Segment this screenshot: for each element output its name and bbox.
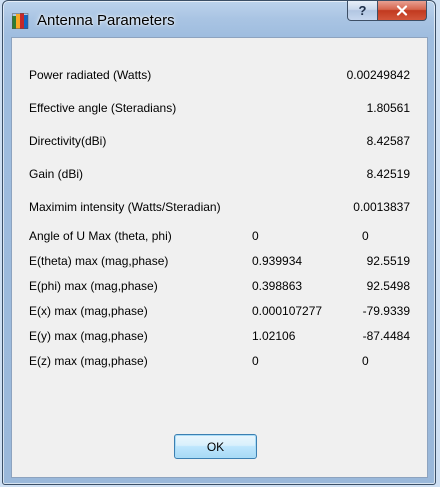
help-button[interactable]: ?: [347, 1, 378, 21]
field-value-2: -79.9339: [362, 304, 410, 318]
param-row-gain: Gain (dBi) 8.42519: [12, 167, 427, 185]
field-value-1: 0: [252, 354, 259, 368]
param-value: 8.42519: [366, 167, 410, 181]
help-icon: ?: [358, 3, 367, 18]
field-value-2: 0: [362, 354, 369, 368]
dialog-window: Antenna Parameters ? Power radiated (Wat…: [2, 0, 436, 485]
field-value-2: 0: [362, 229, 369, 243]
app-icon: [12, 13, 29, 29]
param-label: Power radiated (Watts): [29, 68, 152, 82]
field-label: Angle of U Max (theta, phi): [29, 229, 172, 243]
field-value-1: 0: [252, 229, 259, 243]
field-row-angle-u-max: Angle of U Max (theta, phi) 0 0: [12, 229, 427, 247]
param-label: Maximim intensity (Watts/Steradian): [29, 200, 221, 214]
param-label: Effective angle (Steradians): [29, 101, 177, 115]
field-value-2: 92.5519: [366, 254, 410, 268]
param-value: 8.42587: [366, 134, 410, 148]
field-row-e-z: E(z) max (mag,phase) 0 0: [12, 354, 427, 372]
param-value: 1.80561: [366, 101, 410, 115]
field-value-1: 0.398863: [252, 279, 303, 293]
field-label: E(phi) max (mag,phase): [29, 279, 158, 293]
field-label: E(y) max (mag,phase): [29, 329, 148, 343]
param-row-directivity: Directivity(dBi) 8.42587: [12, 134, 427, 152]
field-row-e-x: E(x) max (mag,phase) 0.000107277 -79.933…: [12, 304, 427, 322]
param-label: Gain (dBi): [29, 167, 84, 181]
close-icon: [396, 5, 408, 16]
title-bar[interactable]: Antenna Parameters ?: [3, 1, 435, 37]
param-row-max-intensity: Maximim intensity (Watts/Steradian) 0.00…: [12, 200, 427, 218]
window-title: Antenna Parameters: [37, 12, 175, 29]
param-label: Directivity(dBi): [29, 134, 107, 148]
param-value: 0.00249842: [346, 68, 410, 82]
ok-button[interactable]: OK: [174, 434, 257, 459]
field-value-1: 0.000107277: [252, 304, 323, 318]
param-row-power-radiated: Power radiated (Watts) 0.00249842: [12, 68, 427, 86]
field-value-1: 0.939934: [252, 254, 303, 268]
field-label: E(x) max (mag,phase): [29, 304, 148, 318]
field-label: E(theta) max (mag,phase): [29, 254, 169, 268]
field-row-e-theta: E(theta) max (mag,phase) 0.939934 92.551…: [12, 254, 427, 272]
field-value-2: 92.5498: [366, 279, 410, 293]
param-value: 0.0013837: [353, 200, 410, 214]
field-label: E(z) max (mag,phase): [29, 354, 148, 368]
dialog-content: Power radiated (Watts) 0.00249842 Effect…: [11, 37, 428, 478]
close-button[interactable]: [377, 1, 427, 21]
field-value-1: 1.02106: [252, 329, 296, 343]
param-row-effective-angle: Effective angle (Steradians) 1.80561: [12, 101, 427, 119]
field-row-e-phi: E(phi) max (mag,phase) 0.398863 92.5498: [12, 279, 427, 297]
field-value-2: -87.4484: [362, 329, 410, 343]
field-row-e-y: E(y) max (mag,phase) 1.02106 -87.4484: [12, 329, 427, 347]
